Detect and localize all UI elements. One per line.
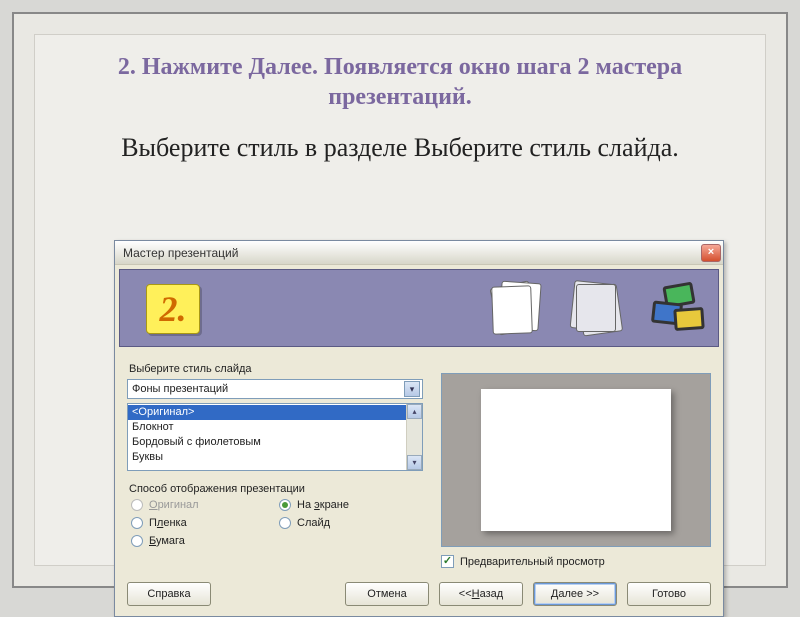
radio-icon [131, 517, 143, 529]
list-item[interactable]: Буквы [128, 450, 422, 465]
dialog-title: Мастер презентаций [123, 246, 701, 260]
radio-film[interactable]: Пленка [131, 517, 279, 529]
radio-paper[interactable]: Бумага [131, 535, 279, 547]
preview-page [481, 389, 671, 531]
next-button[interactable]: Далее >> [533, 582, 617, 606]
help-button[interactable]: Справка [127, 582, 211, 606]
banner-icons [482, 280, 708, 338]
style-section-label: Выберите стиль слайда [129, 363, 427, 375]
step-badge: 2. [146, 284, 200, 334]
list-item[interactable]: Блокнот [128, 420, 422, 435]
finish-button[interactable]: Готово [627, 582, 711, 606]
radio-grid: Оригинал На экране Пленка [131, 499, 427, 547]
radio-label: На экране [297, 499, 349, 511]
slide-title: 2. Нажмите Далее. Появляется окно шага 2… [34, 34, 766, 118]
radio-icon [131, 499, 143, 511]
combo-dropdown-button[interactable]: ▾ [404, 381, 420, 397]
list-item[interactable]: Бордовый с фиолетовым [128, 435, 422, 450]
radio-label: Оригинал [149, 499, 199, 511]
left-column: Выберите стиль слайда Фоны презентаций ▾… [127, 359, 427, 570]
style-listbox[interactable]: <Оригинал> Блокнот Бордовый с фиолетовым… [127, 403, 423, 471]
radio-label: Бумага [149, 535, 185, 547]
radio-original: Оригинал [131, 499, 279, 511]
radio-icon [279, 499, 291, 511]
radio-label: Слайд [297, 517, 330, 529]
output-section: Способ отображения презентации Оригинал … [127, 483, 427, 547]
pages-grey-icon [562, 280, 628, 338]
scroll-track[interactable] [407, 419, 422, 455]
preview-area [441, 373, 711, 547]
list-item[interactable]: <Оригинал> [128, 405, 422, 420]
output-section-label: Способ отображения презентации [129, 483, 427, 495]
preview-checkbox-label: Предварительный просмотр [460, 556, 605, 568]
radio-icon [131, 535, 143, 547]
radio-label: Пленка [149, 517, 187, 529]
scroll-down-button[interactable]: ▾ [407, 455, 422, 470]
right-column: Предварительный просмотр [441, 359, 711, 570]
scroll-up-button[interactable]: ▴ [407, 404, 422, 419]
close-button[interactable]: × [701, 244, 721, 262]
monitors-icon [642, 280, 708, 338]
wizard-dialog: Мастер презентаций × 2. [114, 240, 724, 617]
cancel-button[interactable]: Отмена [345, 582, 429, 606]
radio-screen[interactable]: На экране [279, 499, 427, 511]
preview-checkbox-row[interactable]: Предварительный просмотр [441, 555, 711, 568]
slide-outer-frame: 2. Нажмите Далее. Появляется окно шага 2… [12, 12, 788, 588]
dialog-body: Выберите стиль слайда Фоны презентаций ▾… [115, 351, 723, 576]
radio-slide[interactable]: Слайд [279, 517, 427, 529]
back-button[interactable]: << Назад [439, 582, 523, 606]
slide-subtitle: Выберите стиль в разделе Выберите стиль … [34, 118, 766, 173]
listbox-scrollbar[interactable]: ▴ ▾ [406, 404, 422, 470]
combo-value: Фоны презентаций [132, 383, 228, 395]
wizard-banner: 2. [119, 269, 719, 347]
radio-icon [279, 517, 291, 529]
slide-inner: 2. Нажмите Далее. Появляется окно шага 2… [34, 34, 766, 566]
button-bar: Справка Отмена << Назад Далее >> Готово [115, 576, 723, 616]
style-category-combo[interactable]: Фоны презентаций ▾ [127, 379, 423, 399]
checkbox-icon[interactable] [441, 555, 454, 568]
titlebar[interactable]: Мастер презентаций × [115, 241, 723, 265]
pages-white-icon [482, 280, 548, 338]
